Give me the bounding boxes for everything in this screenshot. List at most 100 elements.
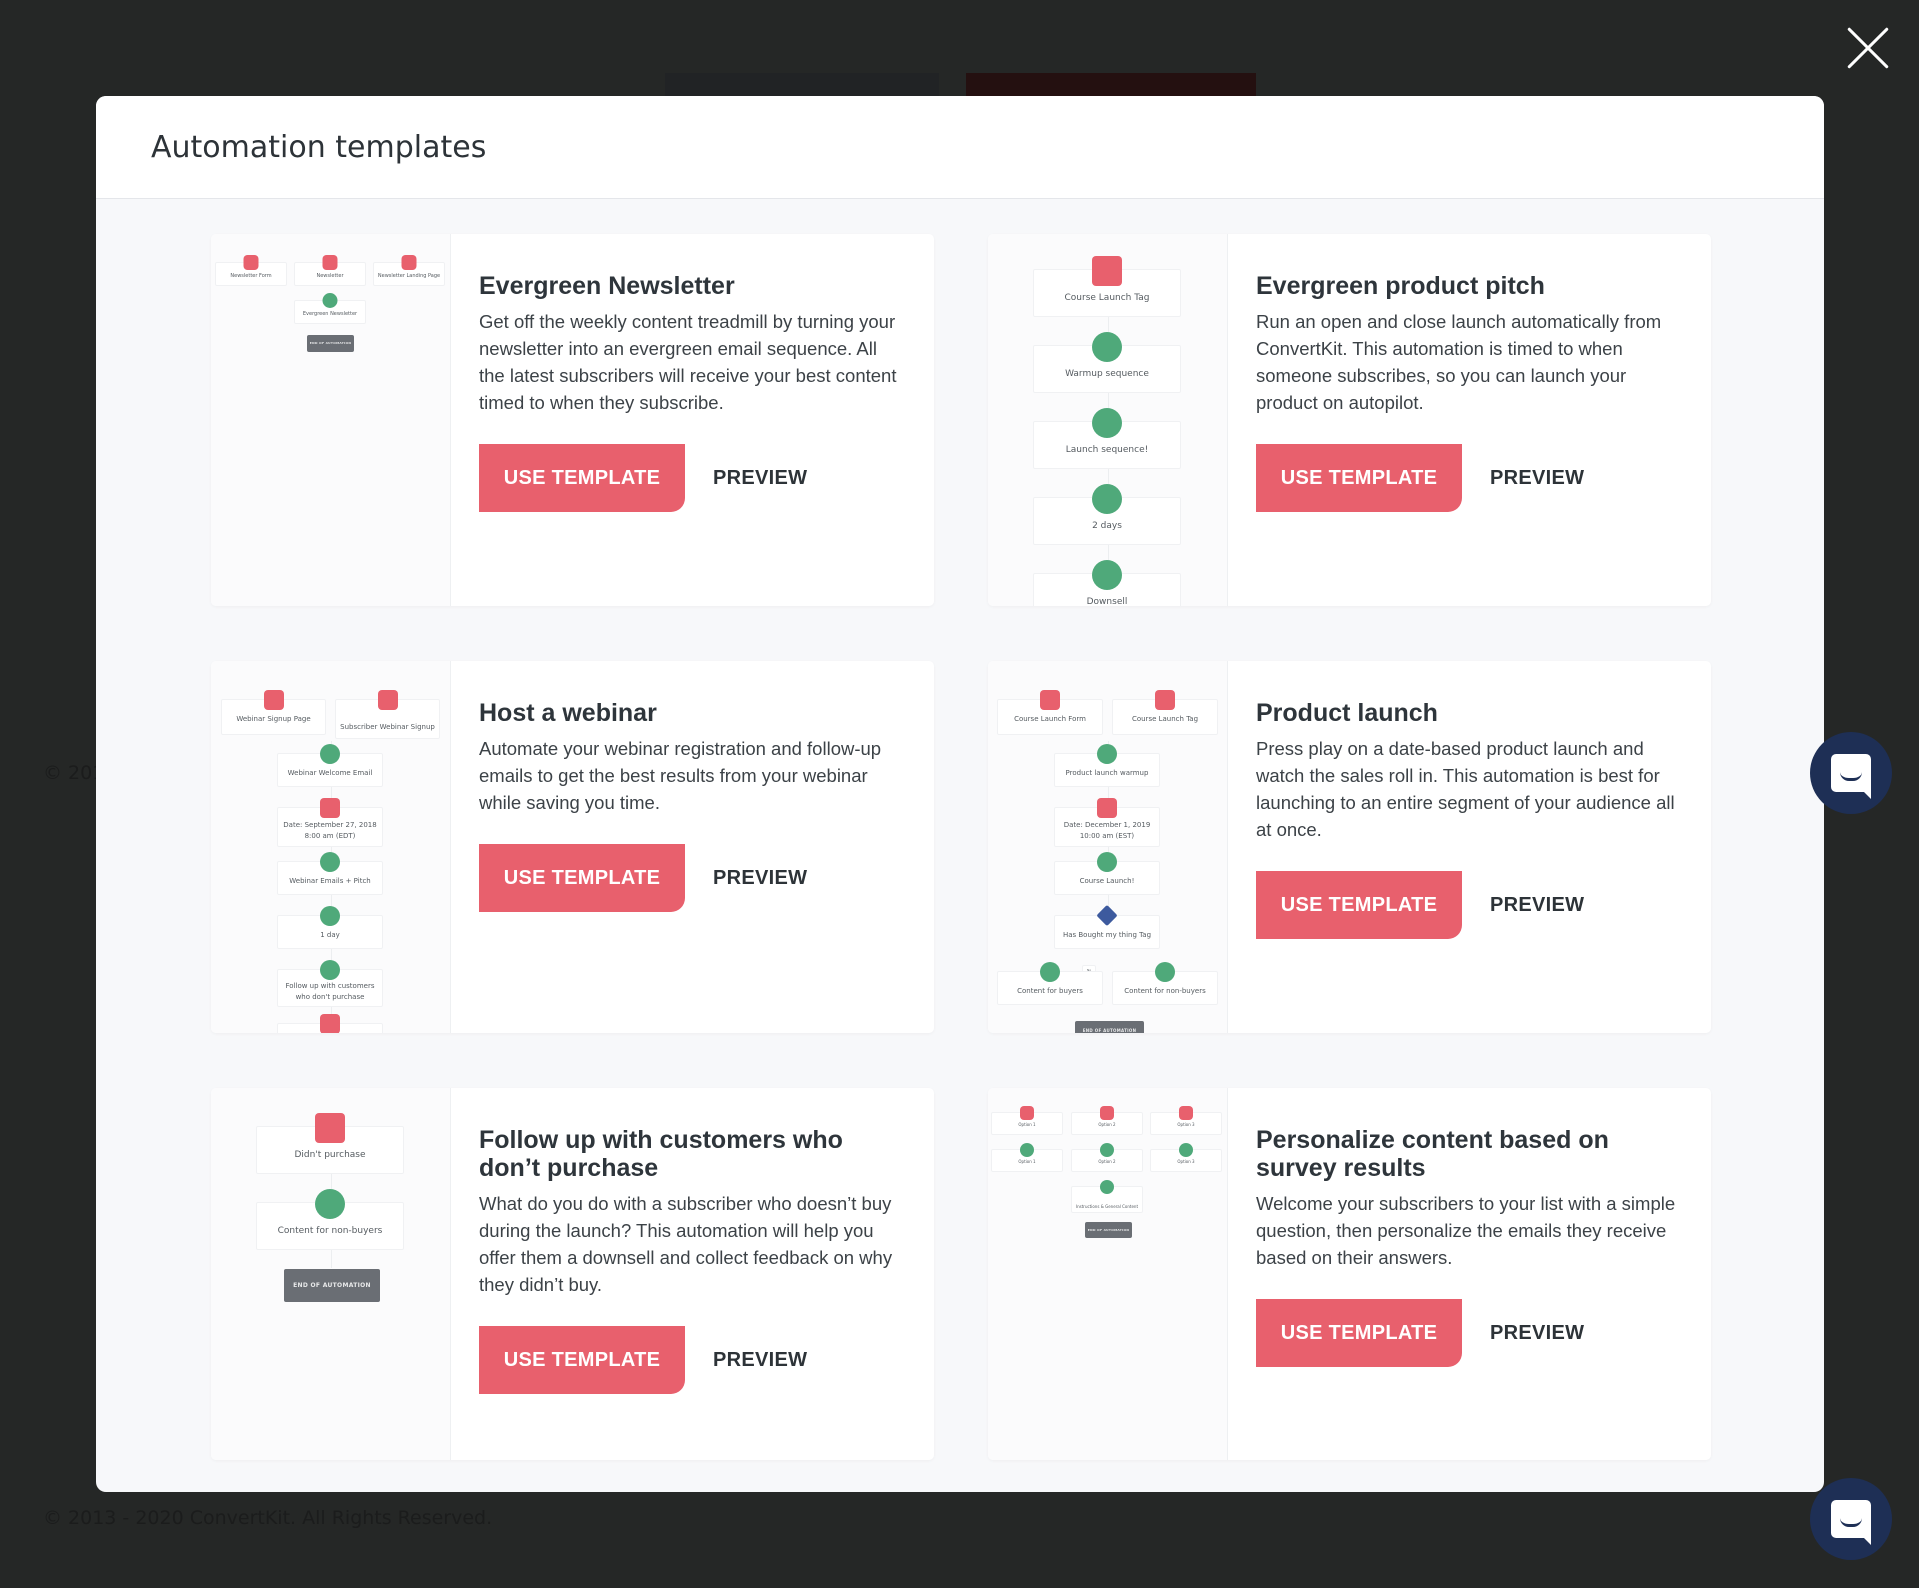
- template-description: Get off the weekly content treadmill by …: [479, 311, 897, 413]
- flow-node: Course Launch Tag: [1112, 690, 1218, 735]
- end-of-automation-node: END OF AUTOMATION: [284, 1269, 380, 1302]
- template-actions: USE TEMPLATE PREVIEW: [479, 1326, 907, 1394]
- template-card-product-launch: Course Launch Form Course Launch Tag Pro…: [988, 661, 1711, 1033]
- background-footer-copyright: © 2013 - 2020 ConvertKit. All Rights Res…: [43, 1507, 493, 1529]
- use-template-button[interactable]: USE TEMPLATE: [1256, 444, 1462, 512]
- preview-button[interactable]: PREVIEW: [1490, 1322, 1584, 1345]
- end-of-automation-node: END OF AUTOMATION: [1075, 1021, 1144, 1033]
- flow-node: Instructions & General Content: [1071, 1180, 1143, 1213]
- tag-icon: [315, 1113, 345, 1143]
- use-template-button[interactable]: USE TEMPLATE: [479, 844, 685, 912]
- chat-icon: [1831, 1500, 1871, 1545]
- flow-node: Date: September 27, 2018 8:00 am (EDT): [277, 798, 383, 847]
- flow-node: Follow up with customers who don't purch…: [277, 960, 383, 1007]
- template-grid: Newsletter Form Newsletter Newsletter La…: [211, 234, 1711, 1460]
- template-title: Host a webinar: [479, 699, 657, 727]
- template-title: Evergreen product pitch: [1256, 272, 1545, 300]
- email-icon: [1155, 962, 1175, 982]
- email-icon: [320, 744, 340, 764]
- template-thumbnail[interactable]: Newsletter Form Newsletter Newsletter La…: [211, 234, 451, 606]
- template-description: Run an open and close launch automatical…: [1256, 311, 1662, 413]
- use-template-button[interactable]: USE TEMPLATE: [479, 444, 685, 512]
- flow-node: Subscriber Webinar Signup: [335, 690, 440, 739]
- email-icon: [1020, 1143, 1034, 1157]
- flow-node: Content for non-buyers: [256, 1189, 404, 1250]
- chat-widget-button[interactable]: [1810, 732, 1892, 814]
- tag-icon: [1155, 690, 1175, 710]
- tag-icon: [1179, 1106, 1193, 1120]
- email-icon: [1100, 1180, 1114, 1194]
- use-template-button[interactable]: USE TEMPLATE: [1256, 1299, 1462, 1367]
- form-icon: [1040, 690, 1060, 710]
- flow-node: Option 1: [991, 1143, 1063, 1172]
- email-icon: [320, 852, 340, 872]
- template-thumbnail[interactable]: Webinar Signup Page Subscriber Webinar S…: [211, 661, 451, 1033]
- tag-icon: [377, 690, 398, 710]
- template-card-host-a-webinar: Webinar Signup Page Subscriber Webinar S…: [211, 661, 934, 1033]
- email-icon: [1100, 1143, 1114, 1157]
- flow-node: Course Launch Form: [997, 690, 1103, 735]
- template-description: Welcome your subscribers to your list wi…: [1256, 1193, 1676, 1268]
- clock-icon: [1092, 484, 1122, 514]
- preview-button[interactable]: PREVIEW: [713, 1349, 807, 1372]
- email-icon: [1092, 560, 1122, 590]
- automation-templates-modal: Automation templates Newsletter Form New…: [96, 96, 1824, 1492]
- preview-button[interactable]: PREVIEW: [713, 867, 807, 890]
- template-info: Follow up with customers who don’t purch…: [451, 1088, 934, 1460]
- flow-node: Product launch warmup: [1054, 744, 1160, 787]
- template-description: What do you do with a subscriber who doe…: [479, 1193, 893, 1295]
- template-thumbnail[interactable]: Option 1 Option 2 Option 3 Option 1 Opti…: [988, 1088, 1228, 1460]
- template-thumbnail[interactable]: Course Launch Tag Warmup sequence Launch…: [988, 234, 1228, 606]
- flow-node: Webinar Emails + Pitch: [277, 852, 383, 895]
- flow-node: Didn't purchase: [256, 1113, 404, 1174]
- form-icon: [243, 255, 259, 270]
- tag-icon: [1100, 1106, 1114, 1120]
- email-icon: [1097, 852, 1117, 872]
- template-actions: USE TEMPLATE PREVIEW: [1256, 1299, 1684, 1367]
- template-actions: USE TEMPLATE PREVIEW: [479, 444, 907, 512]
- flow-node: Newsletter Form: [215, 255, 287, 286]
- email-icon: [315, 1189, 345, 1219]
- template-info: Personalize content based on survey resu…: [1228, 1088, 1711, 1460]
- template-card-evergreen-newsletter: Newsletter Form Newsletter Newsletter La…: [211, 234, 934, 606]
- flow-node: Downsell: [1033, 560, 1181, 606]
- flow-node: Option 3: [1150, 1106, 1222, 1135]
- template-thumbnail[interactable]: Course Launch Form Course Launch Tag Pro…: [988, 661, 1228, 1033]
- flow-node: Newsletter: [294, 255, 366, 286]
- email-icon: [1092, 408, 1122, 438]
- template-description: Press play on a date-based product launc…: [1256, 738, 1675, 840]
- template-title: Product launch: [1256, 699, 1438, 727]
- email-icon: [322, 293, 338, 308]
- template-thumbnail[interactable]: Didn't purchase Content for non-buyers E…: [211, 1088, 451, 1460]
- template-info: Evergreen Newsletter Get off the weekly …: [451, 234, 934, 606]
- template-card-evergreen-product-pitch: Course Launch Tag Warmup sequence Launch…: [988, 234, 1711, 606]
- use-template-button[interactable]: USE TEMPLATE: [1256, 871, 1462, 939]
- template-title: Evergreen Newsletter: [479, 272, 735, 300]
- flow-node: Option 3: [1150, 1143, 1222, 1172]
- email-icon: [1092, 332, 1122, 362]
- flow-node: 2 days: [1033, 484, 1181, 545]
- email-icon: [1097, 744, 1117, 764]
- preview-button[interactable]: PREVIEW: [713, 467, 807, 490]
- condition-icon: [1096, 904, 1118, 927]
- template-card-personalize-survey: Option 1 Option 2 Option 3 Option 1 Opti…: [988, 1088, 1711, 1460]
- template-card-follow-up-non-purchasers: Didn't purchase Content for non-buyers E…: [211, 1088, 934, 1460]
- use-template-button[interactable]: USE TEMPLATE: [479, 1326, 685, 1394]
- clock-icon: [320, 906, 340, 926]
- flow-node: Option 1: [991, 1106, 1063, 1135]
- end-of-automation-node: END OF AUTOMATION: [307, 335, 354, 352]
- template-actions: USE TEMPLATE PREVIEW: [1256, 871, 1684, 939]
- template-title: Follow up with customers who don’t purch…: [479, 1126, 843, 1182]
- flow-node: Course Launch!: [1054, 852, 1160, 895]
- template-title: Personalize content based on survey resu…: [1256, 1126, 1609, 1182]
- preview-button[interactable]: PREVIEW: [1490, 894, 1584, 917]
- preview-button[interactable]: PREVIEW: [1490, 467, 1584, 490]
- flow-node: Course Launch Tag: [1033, 256, 1181, 317]
- close-icon[interactable]: [1846, 26, 1890, 70]
- tag-icon: [322, 255, 338, 270]
- flow-node: 1 day: [277, 906, 383, 949]
- template-description: Automate your webinar registration and f…: [479, 738, 882, 813]
- tag-icon: [1092, 256, 1122, 286]
- chat-widget-button-secondary[interactable]: [1810, 1478, 1892, 1560]
- flow-node: Newsletter Landing Page: [373, 255, 445, 286]
